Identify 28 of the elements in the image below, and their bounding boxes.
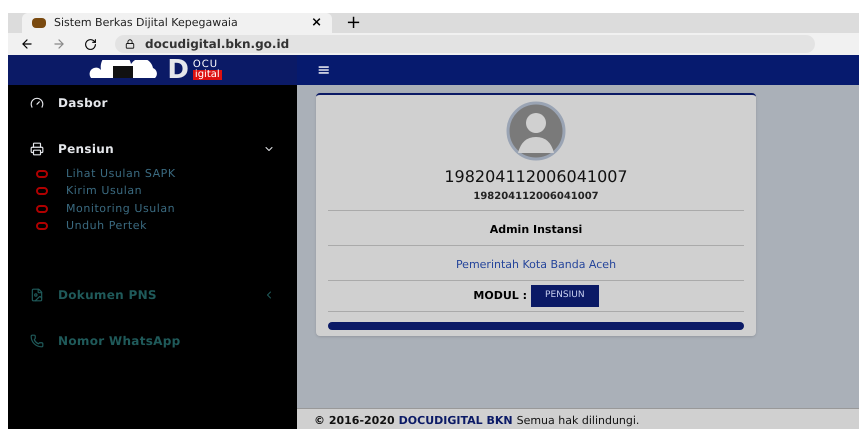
address-field[interactable]: docudigital.bkn.go.id [115,35,815,53]
user-name: 198204112006041007 [444,166,628,188]
sidebar-item[interactable]: Pensiun [8,135,297,163]
avatar-icon [504,101,568,161]
sidebar-item[interactable]: Dasbor [8,89,297,117]
copyright-text: © 2016-2020 [314,412,395,428]
brand-link[interactable]: DOCUDIGITAL BKN [398,412,513,429]
submenu-item[interactable]: Lihat Usulan SAPK [8,165,297,182]
lock-icon [125,39,135,49]
browser-tab[interactable]: Sistem Berkas Dijital Kepegawaia × [22,13,332,33]
menu-button[interactable]: ≡ [317,58,330,82]
new-tab-button[interactable]: + [346,13,362,33]
agency-name: Pemerintah Kota Banda Aceh [456,258,616,271]
submenu-item[interactable]: Unduh Pertek [8,218,297,235]
rights-text: Semua hak dilindungi. [516,412,640,428]
forward-icon[interactable] [52,37,66,51]
logo-text: OCU [192,60,218,70]
user-id: 198204112006041007 [473,190,599,204]
close-tab-button[interactable]: × [311,13,322,33]
reload-icon[interactable] [84,38,97,50]
user-role: Admin Instansi [490,223,582,236]
submenu-item[interactable]: Monitoring Usulan [8,200,297,218]
back-icon[interactable] [20,37,34,51]
submenu-item[interactable]: Kirim Usulan [8,182,297,200]
logo-text: igital [192,70,222,80]
module-label: MODUL : [473,288,528,304]
logo-letter: D [167,57,189,83]
module-button[interactable]: PENSIUN [531,285,599,306]
